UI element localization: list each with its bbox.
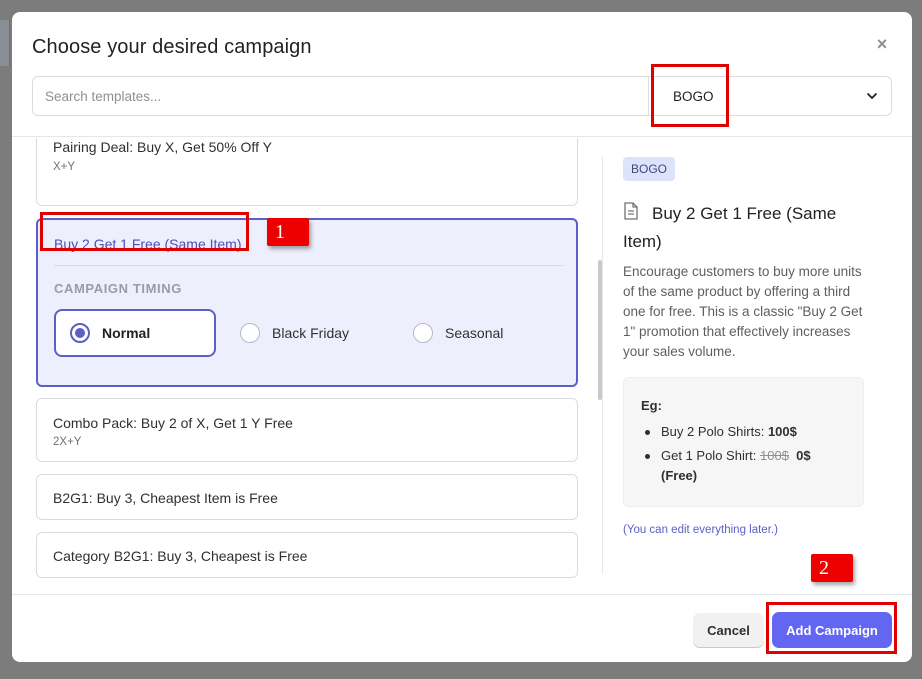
radio-button-checked <box>70 323 90 343</box>
card-subtitle: X+Y <box>53 161 76 173</box>
campaign-list: Pairing Deal: Buy X, Get 50% Off Y X+Y B… <box>12 138 602 594</box>
example-text: Get 1 Polo Shirt: <box>661 448 760 463</box>
cancel-button[interactable]: Cancel <box>693 613 764 647</box>
example-box: Eg: Buy 2 Polo Shirts: 100$ Get 1 Polo S… <box>623 377 864 507</box>
select-value: BOGO <box>673 88 714 104</box>
radio-label: Black Friday <box>272 325 350 341</box>
detail-tag: BOGO <box>623 157 676 181</box>
card-title: Category B2G1: Buy 3, Cheapest is Free <box>53 548 308 564</box>
radio-label: Seasonal <box>445 325 504 341</box>
example-list: Buy 2 Polo Shirts: 100$ Get 1 Polo Shirt… <box>641 422 856 490</box>
campaign-card-combo-pack[interactable]: Combo Pack: Buy 2 of X, Get 1 Y Free 2X+… <box>36 398 578 462</box>
close-icon: × <box>876 33 888 54</box>
annotation-badge-1: 1 <box>267 218 309 246</box>
card-title: Buy 2 Get 1 Free (Same Item) <box>54 236 242 252</box>
radio-label: Normal <box>102 325 151 341</box>
search-input[interactable] <box>32 76 648 116</box>
panel-divider <box>602 156 603 574</box>
chevron-down-icon <box>867 93 877 99</box>
new-price: 0$ <box>796 448 811 463</box>
campaign-modal: Choose your desired campaign × BOGO Pair… <box>12 12 912 662</box>
example-item: Get 1 Polo Shirt: 100$ 0$ (Free) <box>641 446 856 486</box>
add-campaign-button[interactable]: Add Campaign <box>772 612 892 648</box>
card-title: B2G1: Buy 3, Cheapest Item is Free <box>53 490 278 506</box>
radio-button-unchecked <box>240 323 260 343</box>
timing-option-black-friday[interactable]: Black Friday <box>226 309 388 357</box>
free-note: (Free) <box>661 468 698 483</box>
background-page-strip <box>0 20 10 66</box>
edit-note: (You can edit everything later.) <box>623 524 778 536</box>
modal-title: Choose your desired campaign <box>32 36 312 58</box>
campaign-card-pairing-deal[interactable]: Pairing Deal: Buy X, Get 50% Off Y X+Y <box>36 138 578 206</box>
card-title: Combo Pack: Buy 2 of X, Get 1 Y Free <box>53 415 293 431</box>
modal-header: Choose your desired campaign × BOGO <box>12 12 912 137</box>
annotation-badge-2: 2 <box>811 554 853 582</box>
card-subtitle: 2X+Y <box>53 436 82 448</box>
close-button[interactable]: × <box>872 34 892 54</box>
timing-option-normal[interactable]: Normal <box>54 309 216 357</box>
campaign-card-b2g1[interactable]: B2G1: Buy 3, Cheapest Item is Free <box>36 474 578 520</box>
old-price: 100$ <box>760 448 789 463</box>
campaign-timing-label: CAMPAIGN TIMING <box>54 281 182 296</box>
campaign-card-category-b2g1[interactable]: Category B2G1: Buy 3, Cheapest is Free <box>36 532 578 578</box>
radio-button-unchecked <box>413 323 433 343</box>
modal-footer: Cancel Add Campaign <box>12 594 912 662</box>
card-divider <box>54 265 564 266</box>
example-value: 100$ <box>767 424 797 439</box>
example-item: Buy 2 Polo Shirts: 100$ <box>641 422 856 442</box>
card-title: Pairing Deal: Buy X, Get 50% Off Y <box>53 139 272 155</box>
detail-title: Buy 2 Get 1 Free (Same Item) <box>623 204 837 251</box>
timing-option-seasonal[interactable]: Seasonal <box>399 309 561 357</box>
example-text: Buy 2 Polo Shirts: <box>661 424 768 439</box>
example-title: Eg: <box>641 398 662 413</box>
detail-description: Encourage customers to buy more units of… <box>623 264 863 359</box>
campaign-type-select[interactable]: BOGO <box>648 76 892 116</box>
